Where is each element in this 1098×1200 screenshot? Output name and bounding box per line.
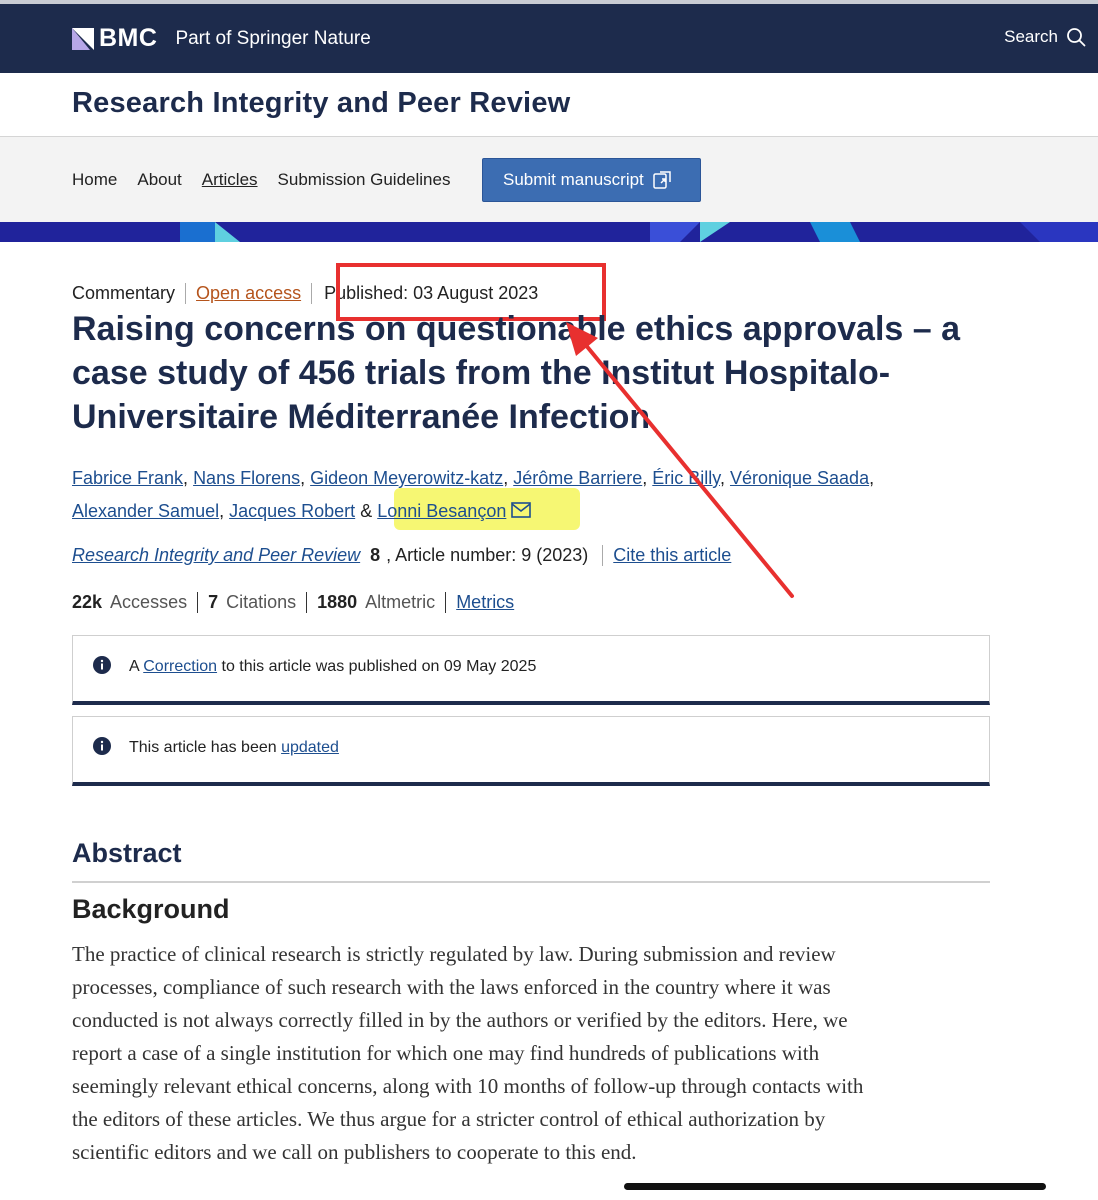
citations-value: 7 — [208, 592, 219, 612]
info-icon — [93, 737, 111, 755]
nav-items: Home About Articles Submission Guideline… — [72, 170, 470, 190]
altmetric-metric: 1880 Altmetric — [307, 592, 447, 613]
correction-message: A Correction to this article was publish… — [129, 658, 537, 675]
accesses-label: Accesses — [110, 592, 188, 612]
author-list: Fabrice Frank, Nans Florens, Gideon Meye… — [72, 468, 875, 521]
mail-icon[interactable] — [511, 502, 532, 518]
site-header: BMC Part of Springer Nature Search — [0, 0, 1098, 73]
journal-citation-link[interactable]: Research Integrity and Peer Review — [72, 545, 360, 566]
author-and-separator: & — [360, 501, 373, 521]
background-heading: Background — [72, 894, 230, 924]
abstract-line: report a case of a single institution fo… — [72, 1041, 820, 1065]
author-link[interactable]: Jérôme Barriere — [513, 468, 642, 488]
nav-submission-guidelines[interactable]: Submission Guidelines — [278, 170, 451, 190]
decorative-band — [0, 222, 1098, 242]
abstract-background-text: The practice of clinical research is str… — [72, 938, 1002, 1169]
cite-this-article-link[interactable]: Cite this article — [602, 545, 731, 566]
abstract-heading: Abstract — [72, 838, 182, 868]
nav-about[interactable]: About — [137, 170, 181, 190]
external-window-icon — [653, 171, 671, 189]
abstract-line: seemingly relevant ethical concerns, alo… — [72, 1074, 864, 1098]
abstract-line: conducted is not always correctly filled… — [72, 1008, 848, 1032]
author-link[interactable]: Jacques Robert — [229, 501, 355, 521]
brand-logo-link[interactable]: BMC Part of Springer Nature — [72, 24, 371, 53]
update-notice: This article has been updated — [72, 716, 990, 786]
author-link[interactable]: Fabrice Frank — [72, 468, 183, 488]
abstract-line: the editors of these articles. We thus a… — [72, 1107, 826, 1131]
accesses-metric: 22k Accesses — [72, 592, 199, 613]
brand-subtitle: Part of Springer Nature — [175, 27, 371, 49]
article-title: Raising concerns on questionable ethics … — [72, 310, 961, 436]
volume-number: 8 — [370, 545, 381, 565]
citations-metric: 7 Citations — [198, 592, 308, 613]
nav-home[interactable]: Home — [72, 170, 117, 190]
open-access-link[interactable]: Open access — [186, 283, 313, 304]
journal-bar: Research Integrity and Peer Review — [0, 73, 1098, 137]
correction-link[interactable]: Correction — [143, 658, 217, 675]
journal-title-link[interactable]: Research Integrity and Peer Review — [72, 87, 570, 120]
article-type: Commentary — [72, 283, 187, 304]
search-button[interactable]: Search — [1004, 27, 1086, 47]
search-icon — [1067, 28, 1086, 47]
info-icon — [93, 656, 111, 674]
citation-line: Research Integrity and Peer Review 8 , A… — [72, 545, 731, 566]
altmetric-label: Altmetric — [365, 592, 436, 612]
article-metrics: 22k Accesses 7 Citations 1880 Altmetric Met… — [72, 592, 514, 613]
author-link[interactable]: Alexander Samuel — [72, 501, 219, 521]
citations-label: Citations — [226, 592, 297, 612]
author-link[interactable]: Véronique Saada — [730, 468, 869, 488]
article-number: , Article number: 9 (2023) — [386, 545, 589, 565]
updated-link[interactable]: updated — [281, 739, 339, 756]
correction-notice: A Correction to this article was publish… — [72, 635, 990, 705]
bmc-logo-icon — [72, 27, 94, 50]
search-label: Search — [1004, 27, 1058, 46]
journal-nav: Home About Articles Submission Guideline… — [0, 137, 1098, 222]
brand-name: BMC — [99, 24, 158, 52]
abstract-divider — [72, 881, 990, 883]
altmetric-value: 1880 — [317, 592, 358, 612]
author-link[interactable]: Gideon Meyerowitz-katz — [310, 468, 503, 488]
home-indicator — [624, 1183, 1046, 1190]
accesses-value: 22k — [72, 592, 103, 612]
submit-manuscript-label: Submit manuscript — [503, 170, 644, 189]
abstract-line: scientific editors and we call on publis… — [72, 1140, 637, 1164]
abstract-line: The practice of clinical research is str… — [72, 942, 836, 966]
submit-manuscript-button[interactable]: Submit manuscript — [482, 158, 701, 202]
metrics-link[interactable]: Metrics — [446, 592, 514, 613]
update-message: This article has been updated — [129, 739, 339, 756]
corresponding-author-link[interactable]: Lonni Besançon — [377, 501, 506, 521]
author-link[interactable]: Éric Billy — [652, 468, 720, 488]
nav-articles[interactable]: Articles — [202, 170, 258, 190]
author-link[interactable]: Nans Florens — [193, 468, 300, 488]
abstract-line: processes, compliance of such research w… — [72, 975, 831, 999]
